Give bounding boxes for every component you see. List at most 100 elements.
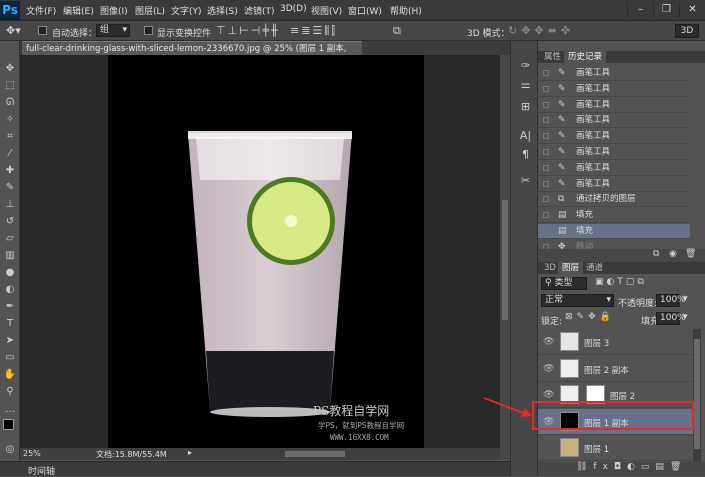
- menu-select[interactable]: 选择(S): [207, 4, 238, 17]
- align-icons[interactable]: ⊤⊥⊢⊣╪╫: [216, 24, 280, 37]
- snapshot-source-box[interactable]: [543, 196, 549, 203]
- history-state-item[interactable]: ✎ 画笔工具: [538, 145, 690, 160]
- marquee-tool-icon[interactable]: ⬚: [3, 79, 17, 93]
- tool-presets-icon[interactable]: ✂: [519, 174, 532, 187]
- menu-layer[interactable]: 图层(L): [135, 4, 165, 17]
- show-transform-checkbox[interactable]: [144, 26, 153, 35]
- snapshot-source-box[interactable]: [543, 101, 549, 108]
- blend-mode-dropdown[interactable]: 正常 ▾: [541, 294, 614, 307]
- eraser-tool-icon[interactable]: ▱: [3, 232, 17, 246]
- document-tab[interactable]: full-clear-drinking-glass-with-sliced-le…: [22, 41, 362, 68]
- snapshot-source-box[interactable]: [543, 180, 549, 187]
- snapshot-source-box[interactable]: [543, 228, 549, 234]
- history-state-item[interactable]: ✎ 画笔工具: [538, 113, 690, 129]
- adjustments-icon[interactable]: ⚌: [519, 78, 532, 91]
- menu-edit[interactable]: 编辑(E): [63, 4, 94, 17]
- auto-select-checkbox[interactable]: [38, 26, 47, 35]
- distribute-icons[interactable]: ≡≣☰⫼⫿: [290, 24, 337, 38]
- zoom-level[interactable]: 25%: [23, 449, 41, 458]
- layer-filter-icons[interactable]: ▣◐T▢⧉: [595, 277, 647, 287]
- tab-channels[interactable]: 通道: [582, 262, 607, 274]
- timeline-bar[interactable]: 时间轴: [0, 461, 510, 477]
- new-snapshot-icon[interactable]: ◉: [669, 249, 677, 259]
- quick-mask-icon[interactable]: ◎: [3, 443, 17, 457]
- opacity-input[interactable]: 100%: [656, 294, 686, 307]
- move-tool-icon[interactable]: ✥▾: [6, 24, 21, 37]
- document-canvas-image[interactable]: PS教程自学网 学PS，就到PS教程自学网 WWW.16XX8.COM: [108, 55, 424, 453]
- menu-help[interactable]: 帮助(H): [390, 4, 422, 17]
- history-state-item[interactable]: ✎ 画笔工具: [538, 161, 690, 176]
- layer-row[interactable]: 👁 图层 3: [538, 329, 693, 355]
- snapshot-source-box[interactable]: [543, 117, 549, 124]
- layer-row[interactable]: 图层 1: [538, 435, 693, 461]
- history-brush-tool-icon[interactable]: ↺: [3, 215, 17, 229]
- clone-stamp-tool-icon[interactable]: ⊥: [3, 198, 17, 212]
- status-menu-arrow-icon[interactable]: ▸: [188, 448, 192, 457]
- path-selection-tool-icon[interactable]: ➤: [3, 334, 17, 348]
- fill-chevron-icon[interactable]: ▾: [683, 312, 688, 322]
- eye-icon[interactable]: 👁: [543, 364, 554, 374]
- new-document-from-state-icon[interactable]: ⧉: [653, 249, 659, 259]
- character-icon[interactable]: A|: [519, 129, 532, 142]
- pen-tool-icon[interactable]: ✒: [3, 300, 17, 314]
- menu-file[interactable]: 文件(F): [26, 4, 56, 17]
- vertical-scroll-thumb[interactable]: [502, 200, 508, 320]
- clone-source-icon[interactable]: ⊞: [519, 100, 532, 113]
- history-state-item[interactable]: ✎ 画笔工具: [538, 98, 690, 113]
- horizontal-scroll-thumb[interactable]: [285, 451, 345, 457]
- menu-3d[interactable]: 3D(D): [280, 4, 307, 14]
- type-tool-icon[interactable]: T: [3, 317, 17, 331]
- tab-properties[interactable]: 属性: [540, 51, 565, 63]
- foreground-color-swatch[interactable]: [3, 419, 14, 430]
- history-state-item[interactable]: ✎ 画笔工具: [538, 177, 690, 192]
- snapshot-source-box[interactable]: [543, 212, 549, 219]
- menu-view[interactable]: 视图(V): [311, 4, 342, 17]
- layer-row[interactable]: 👁 图层 2 副本: [538, 356, 693, 382]
- brush-tool-icon[interactable]: ✎: [3, 181, 17, 195]
- snapshot-source-box[interactable]: [543, 70, 549, 76]
- history-state-item[interactable]: ⧉ 通过拷贝的图层: [538, 192, 690, 208]
- brush-preset-icon[interactable]: ✑: [519, 59, 532, 72]
- snapshot-source-box[interactable]: [543, 133, 549, 140]
- blur-tool-icon[interactable]: ●: [3, 266, 17, 280]
- healing-brush-tool-icon[interactable]: ✚: [3, 164, 17, 178]
- close-window-button[interactable]: ✕: [679, 2, 705, 18]
- timeline-label[interactable]: 时间轴: [28, 464, 55, 477]
- shape-tool-icon[interactable]: ▭: [3, 351, 17, 365]
- layers-scroll-thumb[interactable]: [694, 339, 700, 449]
- hand-tool-icon[interactable]: ✋: [3, 368, 17, 382]
- more-tools-icon[interactable]: …: [3, 403, 17, 417]
- gradient-tool-icon[interactable]: ▥: [3, 249, 17, 263]
- layer-footer-icons[interactable]: ⛓fx◘◐▭▤🗑: [576, 462, 687, 472]
- menu-image[interactable]: 图像(I): [100, 4, 128, 17]
- move-tool-icon[interactable]: ✥: [3, 62, 17, 76]
- history-state-item[interactable]: ✎ 画笔工具: [538, 129, 690, 145]
- menu-type[interactable]: 文字(Y): [171, 4, 202, 17]
- snapshot-source-box[interactable]: [543, 164, 549, 171]
- auto-select-dropdown[interactable]: 组 ▾: [96, 24, 130, 37]
- history-state-item[interactable]: ✎ 画笔工具: [538, 82, 690, 97]
- magic-wand-tool-icon[interactable]: ✧: [3, 113, 17, 127]
- history-state-item[interactable]: ▤ 填充: [538, 208, 690, 224]
- opacity-chevron-icon[interactable]: ▾: [683, 294, 688, 304]
- history-state-item[interactable]: ✎ 画笔工具: [538, 66, 690, 81]
- fill-input[interactable]: 100%: [656, 312, 686, 325]
- tab-3d[interactable]: 3D: [540, 262, 560, 274]
- eyedropper-tool-icon[interactable]: ⁄: [3, 147, 17, 161]
- auto-align-icon[interactable]: ⧉: [393, 24, 401, 38]
- layers-scrollbar[interactable]: [693, 329, 701, 462]
- menu-window[interactable]: 窗口(W): [348, 4, 382, 17]
- snapshot-source-box[interactable]: [543, 85, 549, 92]
- delete-state-icon[interactable]: 🗑: [685, 249, 696, 259]
- eye-icon[interactable]: 👁: [543, 337, 554, 347]
- history-state-item[interactable]: ▤ 填充: [538, 224, 690, 239]
- zoom-tool-icon[interactable]: ⚲: [3, 385, 17, 399]
- workspace-switcher[interactable]: 3D: [675, 24, 699, 38]
- paragraph-icon[interactable]: ¶: [519, 148, 532, 161]
- dodge-tool-icon[interactable]: ◐: [3, 283, 17, 297]
- layer-filter-dropdown[interactable]: ⚲ 类型: [541, 277, 587, 290]
- restore-button[interactable]: ❐: [653, 2, 679, 18]
- crop-tool-icon[interactable]: ⌗: [3, 130, 17, 144]
- lock-icons[interactable]: ⊠✎✥🔒: [565, 312, 615, 322]
- tab-layers[interactable]: 图层: [558, 262, 584, 274]
